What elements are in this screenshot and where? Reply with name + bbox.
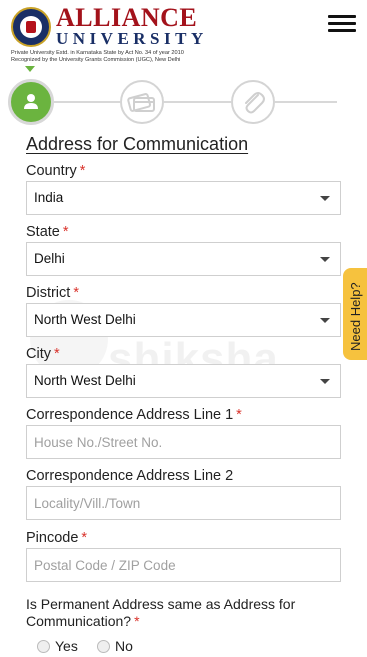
state-label: State * xyxy=(26,224,69,240)
permanent-address-question: Is Permanent Address same as Address for… xyxy=(26,596,296,629)
brand-subtitle: UNIVERSITY xyxy=(56,29,208,48)
country-label: Country * xyxy=(26,163,86,179)
step-payment[interactable] xyxy=(120,80,164,124)
address-line-2-input[interactable] xyxy=(34,487,340,519)
user-icon xyxy=(24,94,38,109)
no-label: No xyxy=(115,638,133,654)
address-line-2-label: Correspondence Address Line 2 xyxy=(26,468,234,484)
step-connector xyxy=(54,101,120,103)
step-connector xyxy=(164,101,231,103)
city-select[interactable]: North West Delhi xyxy=(26,364,341,398)
address-line-1-field[interactable] xyxy=(26,425,341,459)
address-line-1-label: Correspondence Address Line 1 * xyxy=(26,407,242,423)
permanent-no-radio[interactable]: No xyxy=(97,638,133,654)
address-line-1-input[interactable] xyxy=(34,426,340,458)
radio-circle-icon[interactable] xyxy=(97,639,110,653)
step-connector xyxy=(275,101,337,103)
need-help-tab[interactable]: Need Help? xyxy=(343,268,367,360)
permanent-yes-radio[interactable]: Yes xyxy=(37,638,78,654)
yes-label: Yes xyxy=(55,638,78,654)
radio-circle-icon[interactable] xyxy=(37,639,50,653)
city-label: City * xyxy=(26,346,60,362)
need-help-label: Need Help? xyxy=(348,282,363,351)
payment-cards-icon xyxy=(127,93,155,112)
state-select[interactable]: Delhi xyxy=(26,242,341,276)
hamburger-menu-icon[interactable] xyxy=(328,13,358,35)
app-header: ALLIANCE UNIVERSITY Private University E… xyxy=(0,0,367,66)
brand-fine-print-1: Private University Estd. in Karnataka St… xyxy=(11,50,184,56)
pincode-label: Pincode * xyxy=(26,530,88,546)
step-personal-details[interactable] xyxy=(8,79,54,125)
active-step-pointer xyxy=(25,66,35,72)
pincode-input[interactable] xyxy=(34,549,340,581)
district-select[interactable]: North West Delhi xyxy=(26,303,341,337)
address-line-2-field[interactable] xyxy=(26,486,341,520)
step-documents[interactable] xyxy=(231,80,275,124)
brand-fine-print-2: Recognized by the University Grants Comm… xyxy=(11,57,181,63)
university-crest-logo xyxy=(11,7,51,47)
paperclip-icon xyxy=(245,92,265,114)
country-select[interactable]: India xyxy=(26,181,341,215)
pincode-field[interactable] xyxy=(26,548,341,582)
district-label: District * xyxy=(26,285,79,301)
section-title: Address for Communication xyxy=(26,134,249,154)
brand-name: ALLIANCE xyxy=(56,3,198,32)
